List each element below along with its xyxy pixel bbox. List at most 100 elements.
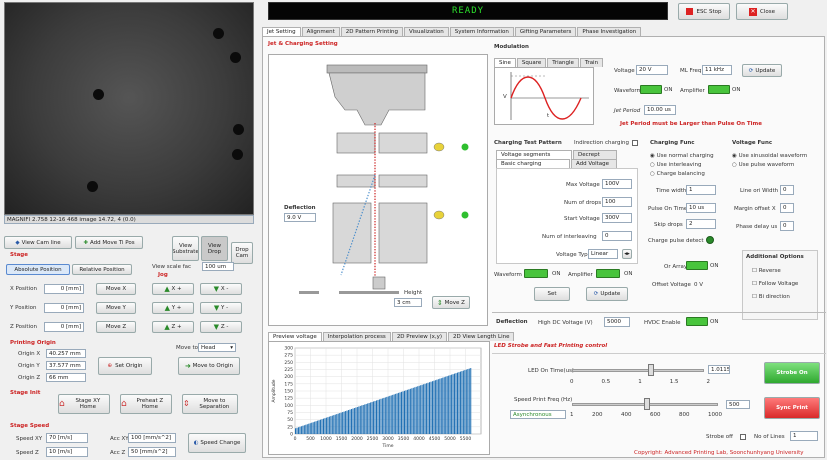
pulse-on-field[interactable]: 10 us	[686, 203, 716, 213]
move-to-select[interactable]: Head ▾	[198, 343, 236, 352]
tab-2d-preview[interactable]: 2D Preview (x,y)	[391, 332, 448, 341]
voltage-field[interactable]: 20 V	[636, 65, 668, 75]
drop-cam-button[interactable]: Drop Cam	[231, 242, 253, 264]
speed-sub-field[interactable]: Asynchronous	[510, 410, 566, 419]
modulation-update-button[interactable]: ⟳ Update	[742, 64, 782, 77]
tab-alignment[interactable]: Alignment	[301, 27, 340, 36]
origin-x-field[interactable]: 40.257 mm	[46, 349, 86, 358]
view-cam-button[interactable]: ◆ View Cam line	[4, 236, 72, 249]
height-field[interactable]: 3 cm	[394, 298, 422, 307]
jog-y-plus-button[interactable]: ▲ Y +	[152, 302, 194, 314]
max-voltage-field[interactable]: 100V	[602, 179, 632, 189]
jog-y-minus-button[interactable]: ▼ Y -	[200, 302, 242, 314]
tab-decrept[interactable]: Decrept	[573, 150, 617, 159]
stage-xy-home-button[interactable]: ⌂ Stage XY Home	[58, 394, 110, 414]
move-z-button[interactable]: Move Z	[96, 321, 136, 333]
voltage-type-spin[interactable]: ◂▸	[622, 249, 632, 259]
hv-field[interactable]: 5000	[604, 317, 630, 327]
num-drops-field[interactable]: 100	[602, 197, 632, 207]
jog-z-minus-button[interactable]: ▼ Z -	[200, 321, 242, 333]
sync-print-button[interactable]: Sync Print	[764, 397, 820, 419]
hv-enable-toggle[interactable]	[686, 317, 708, 326]
strobe-on-button[interactable]: Strobe On	[764, 362, 820, 384]
z-position-field[interactable]: 0 [mm]	[44, 322, 84, 332]
tab-interpolation[interactable]: Interpolation process	[322, 332, 391, 341]
amplifier-bar-toggle[interactable]	[596, 269, 620, 278]
num-interleave-field[interactable]: 0	[602, 231, 632, 241]
amplifier-toggle[interactable]	[708, 85, 730, 94]
led-on-value[interactable]: 1.0115	[708, 365, 730, 374]
voltage-type-select[interactable]: Linear	[588, 249, 618, 259]
waveform-toggle[interactable]	[640, 85, 662, 94]
view-drop-button[interactable]: View Drop	[201, 236, 228, 261]
skip-drops-field[interactable]: 2	[686, 219, 716, 229]
add-move-button[interactable]: ✚ Add Move Ti Pos	[75, 236, 143, 249]
tab-add-voltage[interactable]: Add Voltage	[571, 159, 617, 168]
view-scale-field[interactable]: 100 um	[202, 262, 234, 271]
relative-position-button[interactable]: Relative Position	[72, 264, 132, 275]
jog-z-plus-button[interactable]: ▲ Z +	[152, 321, 194, 333]
tab-voltage-segments[interactable]: Voltage segments	[496, 150, 572, 159]
speed-print-slider-thumb[interactable]	[644, 398, 650, 410]
led-on-slider[interactable]	[572, 369, 704, 372]
charging-opt-normal[interactable]: ◉ Use normal charging	[650, 153, 714, 159]
tab-triangle[interactable]: Triangle	[547, 58, 579, 67]
start-voltage-field[interactable]: 300V	[602, 213, 632, 223]
view-substrate-button[interactable]: View Substrate	[172, 236, 199, 261]
voltage-opt-pulse[interactable]: ○ Use pulse waveform	[732, 162, 794, 168]
charging-opt-balancing[interactable]: ○ Charge balancing	[650, 171, 705, 177]
acc-z-field[interactable]: 50 [mm/s^2]	[128, 447, 176, 457]
line-ori-field[interactable]: 0	[780, 185, 794, 195]
move-y-button[interactable]: Move Y	[96, 302, 136, 314]
estop-button[interactable]: ESC Stop	[678, 3, 730, 20]
phase-delay-field[interactable]: 0	[780, 221, 794, 231]
speed-print-value[interactable]: 500	[726, 400, 750, 409]
waveform-update-button[interactable]: ⟳ Update	[586, 287, 628, 301]
tab-2d-pattern[interactable]: 2D Pattern Printing	[340, 27, 403, 36]
waveform-bar-toggle[interactable]	[524, 269, 548, 278]
tab-gifting[interactable]: Gifting Parameters	[514, 27, 577, 36]
option-bi-direction[interactable]: ☐ Bi direction	[752, 294, 790, 300]
jog-x-minus-button[interactable]: ▼ X -	[200, 283, 242, 295]
or-array-toggle[interactable]	[686, 261, 708, 270]
tab-2d-view-length[interactable]: 2D View Length Line	[448, 332, 515, 341]
tab-train[interactable]: Train	[579, 58, 604, 67]
speed-z-field[interactable]: 10 [m/s]	[46, 447, 88, 457]
jog-x-plus-button[interactable]: ▲ X +	[152, 283, 194, 295]
tab-jet-setting[interactable]: Jet Setting	[262, 27, 301, 36]
origin-z-field[interactable]: 66 mm	[46, 373, 86, 382]
x-position-field[interactable]: 0 [mm]	[44, 284, 84, 294]
origin-y-field[interactable]: 37.577 mm	[46, 361, 86, 370]
option-follow-voltage[interactable]: ☐ Follow Voltage	[752, 281, 798, 287]
indirection-charging-checkbox[interactable]	[632, 140, 638, 146]
move-x-button[interactable]: Move X	[96, 283, 136, 295]
y-position-field[interactable]: 0 [mm]	[44, 303, 84, 313]
move-z-jet-button[interactable]: ⇕ Move Z	[432, 296, 470, 309]
tab-system-info[interactable]: System Information	[449, 27, 514, 36]
tab-phase[interactable]: Phase Investigation	[577, 27, 642, 36]
option-reverse[interactable]: ☐ Reverse	[752, 268, 781, 274]
close-button[interactable]: ✕ Close	[736, 3, 788, 20]
tab-preview-voltage[interactable]: Preview voltage	[268, 332, 322, 341]
ml-freq-field[interactable]: 11 kHz	[702, 65, 732, 75]
tab-square[interactable]: Square	[516, 58, 547, 67]
time-width-field[interactable]: 1	[686, 185, 716, 195]
margin-offset-field[interactable]: 0	[780, 203, 794, 213]
jet-period-field[interactable]: 10.00 us	[644, 105, 676, 115]
set-origin-button[interactable]: ⊕ Set Origin	[98, 357, 152, 375]
move-to-origin-button[interactable]: ➜ Move to Origin	[178, 357, 240, 375]
preheat-z-home-button[interactable]: ⌂ Preheat Z Home	[120, 394, 172, 414]
num-lines-field[interactable]: 1	[790, 431, 818, 441]
set-button[interactable]: Set	[534, 287, 570, 301]
move-to-separation-button[interactable]: ⇕ Move to Separation	[182, 394, 238, 414]
acc-xy-field[interactable]: 100 [mm/s^2]	[128, 433, 176, 443]
speed-xy-field[interactable]: 70 [m/s]	[46, 433, 88, 443]
led-on-slider-thumb[interactable]	[648, 364, 654, 376]
deflection-field[interactable]: 9.0 V	[284, 213, 316, 222]
strobe-off-checkbox[interactable]	[740, 434, 746, 440]
tab-basic-charging[interactable]: Basic charging	[496, 159, 570, 168]
tab-visualization[interactable]: Visualization	[403, 27, 449, 36]
absolute-position-button[interactable]: Absolute Position	[6, 264, 70, 275]
speed-change-button[interactable]: ◐ Speed Change	[188, 433, 246, 453]
tab-sine[interactable]: Sine	[494, 58, 516, 67]
